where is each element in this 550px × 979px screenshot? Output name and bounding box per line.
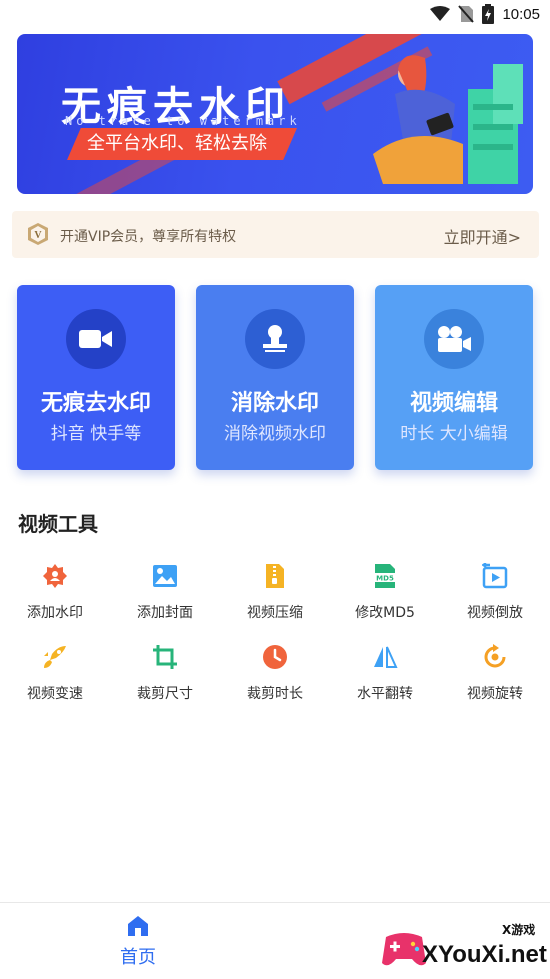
tool-label: 视频压缩 xyxy=(247,605,303,621)
banner-subtitle: No trace to watermark xyxy=(65,114,301,128)
section-title-video-tools: 视频工具 xyxy=(18,512,98,536)
tool-video-speed[interactable]: 视频变速 xyxy=(0,644,110,714)
promo-banner[interactable]: 无痕去水印 No trace to watermark 全平台水印、轻松去除 xyxy=(17,34,533,194)
tool-label: 视频旋转 xyxy=(467,686,523,702)
image-icon xyxy=(153,565,177,587)
vip-open-button[interactable]: 立即开通> xyxy=(444,224,521,248)
tool-label: 添加封面 xyxy=(137,605,193,621)
card-remove-watermark[interactable]: 无痕去水印 抖音 快手等 xyxy=(17,285,175,470)
vip-text: 开通VIP会员，尊享所有特权 xyxy=(60,229,237,245)
wifi-icon xyxy=(430,6,451,21)
card-erase-watermark[interactable]: 消除水印 消除视频水印 xyxy=(196,285,354,470)
card-video-edit[interactable]: 视频编辑 时长 大小编辑 xyxy=(375,285,533,470)
reverse-play-icon xyxy=(482,563,508,589)
zip-file-icon xyxy=(266,564,284,588)
gamepad-logo-icon xyxy=(382,933,426,966)
tool-label: 视频变速 xyxy=(27,686,83,702)
status-icons: 10:05 xyxy=(430,4,540,24)
movie-camera-icon xyxy=(424,309,484,369)
nav-home[interactable]: 首页 xyxy=(100,915,176,969)
banner-illustration xyxy=(373,55,523,184)
tool-label: 添加水印 xyxy=(27,605,83,621)
flip-horizontal-icon xyxy=(374,646,398,668)
no-sim-icon xyxy=(458,5,475,23)
battery-icon xyxy=(482,4,495,24)
banner-tagline: 全平台水印、轻松去除 xyxy=(67,128,297,160)
vip-badge-icon: V xyxy=(28,223,48,245)
tool-video-reverse[interactable]: 视频倒放 xyxy=(440,563,550,633)
tool-video-compress[interactable]: 视频压缩 xyxy=(220,563,330,633)
card-subtitle: 抖音 快手等 xyxy=(50,424,142,444)
rocket-icon xyxy=(44,646,66,668)
status-time: 10:05 xyxy=(502,5,540,23)
status-bar: 10:05 xyxy=(0,0,550,30)
stamp-icon xyxy=(245,309,305,369)
nav-home-label: 首页 xyxy=(120,947,156,968)
card-title: 无痕去水印 xyxy=(40,391,151,416)
watermark-text: XYouXi.net xyxy=(422,941,547,968)
tool-label: 水平翻转 xyxy=(357,686,413,702)
svg-text:V: V xyxy=(34,230,42,241)
svg-text:MD5: MD5 xyxy=(376,575,394,583)
tool-add-cover[interactable]: 添加封面 xyxy=(110,563,220,633)
tool-label: 视频倒放 xyxy=(467,605,523,621)
site-watermark: X游戏 XYouXi.net xyxy=(380,913,550,973)
clock-icon xyxy=(263,645,287,669)
rotate-icon xyxy=(484,644,506,668)
tool-label: 裁剪尺寸 xyxy=(137,686,193,702)
md5-file-icon: MD5 xyxy=(373,564,397,588)
bottom-nav: 首页 X游戏 XYouXi.net xyxy=(0,902,550,979)
vip-bar[interactable]: V 开通VIP会员，尊享所有特权 立即开通> xyxy=(12,211,539,258)
tool-crop-size[interactable]: 裁剪尺寸 xyxy=(110,644,220,714)
card-subtitle: 消除视频水印 xyxy=(224,424,326,444)
card-subtitle: 时长 大小编辑 xyxy=(400,424,508,444)
video-camera-icon xyxy=(66,309,126,369)
tool-flip-horizontal[interactable]: 水平翻转 xyxy=(330,644,440,714)
tool-crop-duration[interactable]: 裁剪时长 xyxy=(220,644,330,714)
watermark-badge: X游戏 xyxy=(502,923,536,937)
tool-label: 修改MD5 xyxy=(355,605,415,621)
tool-add-watermark[interactable]: 添加水印 xyxy=(0,563,110,633)
add-watermark-icon xyxy=(43,564,67,588)
crop-icon xyxy=(153,645,177,669)
card-title: 消除水印 xyxy=(230,391,319,416)
home-icon xyxy=(128,916,148,936)
tool-label: 裁剪时长 xyxy=(247,686,303,702)
tool-modify-md5[interactable]: MD5 修改MD5 xyxy=(330,563,440,633)
tool-video-rotate[interactable]: 视频旋转 xyxy=(440,644,550,714)
card-title: 视频编辑 xyxy=(409,391,498,416)
